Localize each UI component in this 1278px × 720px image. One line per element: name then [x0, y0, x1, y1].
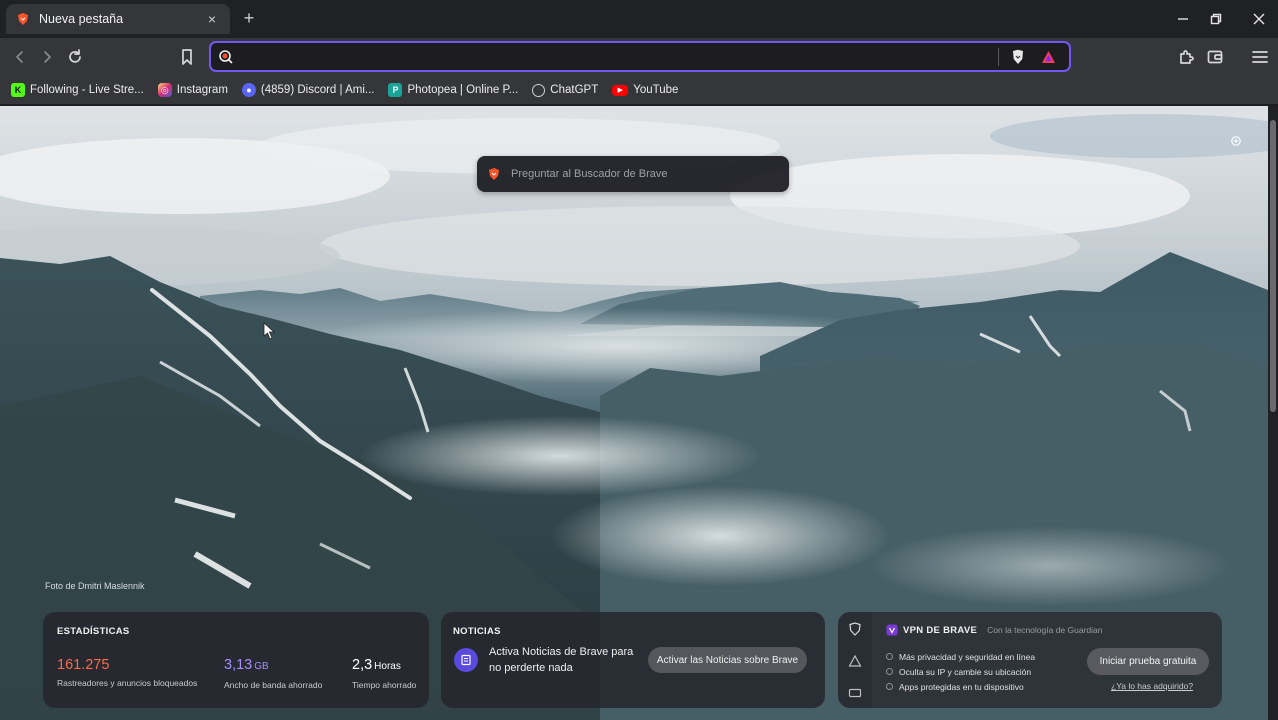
- bookmark-label: YouTube: [633, 84, 679, 96]
- reload-icon: [69, 49, 81, 63]
- bullet-icon: [886, 653, 893, 660]
- stat-trackers: 161.275 Rastreadores y anuncios bloquead…: [57, 656, 197, 688]
- stat-time: 2,3 Horas Tiempo ahorrado: [352, 656, 416, 690]
- tab-new-tab[interactable]: Nueva pestaña ×: [6, 4, 230, 34]
- tab-bar: Nueva pestaña × +: [0, 0, 1278, 38]
- scrollbar-thumb[interactable]: [1270, 120, 1276, 412]
- vpn-feature-text: Oculta su IP y cambie su ubicación: [899, 666, 1032, 677]
- vpn-feature: Oculta su IP y cambie su ubicación: [886, 664, 1035, 679]
- youtube-icon: ▶: [612, 84, 629, 96]
- restore-icon: [1210, 13, 1222, 25]
- vpn-shield-icon[interactable]: [848, 622, 862, 636]
- vpn-powered-by: Con la tecnología de Guardian: [987, 625, 1103, 635]
- already-purchased-link[interactable]: ¿Ya lo has adquirido?: [1111, 681, 1193, 691]
- address-bar-divider: [998, 47, 999, 66]
- kick-icon: K: [11, 83, 25, 97]
- news-description: Activa Noticias de Brave para no perdert…: [489, 646, 634, 674]
- card-icon[interactable]: [848, 686, 862, 700]
- trackers-value: 161.275: [57, 657, 110, 673]
- enable-news-button[interactable]: Activar las Noticias sobre Brave: [648, 647, 807, 673]
- bookmark-youtube[interactable]: ▶ YouTube: [612, 84, 678, 96]
- search-placeholder: Preguntar al Buscador de Brave: [511, 168, 668, 180]
- bookmark-label: Instagram: [176, 84, 228, 96]
- bookmark-kick[interactable]: K Following - Live Stre...: [11, 83, 144, 97]
- instagram-icon: ◎: [157, 83, 172, 97]
- bookmark-button[interactable]: [176, 46, 198, 68]
- bandwidth-value: 3,13: [224, 657, 253, 673]
- customize-gear-icon[interactable]: [1229, 134, 1243, 148]
- close-icon: [1253, 13, 1265, 25]
- vpn-feature-text: Apps protegidas en tu dispositivo: [899, 681, 1024, 692]
- bookmark-icon: [182, 49, 192, 65]
- bookmark-chatgpt[interactable]: ChatGPT: [532, 83, 599, 97]
- stat-bandwidth: 3,13 GB Ancho de banda ahorrado: [224, 656, 322, 690]
- extensions-button[interactable]: [1176, 46, 1198, 68]
- vpn-title: VPN DE BRAVE: [903, 624, 978, 636]
- minimize-button[interactable]: [1171, 8, 1195, 30]
- brave-shields-icon[interactable]: [1009, 48, 1027, 66]
- bookmarks-bar: K Following - Live Stre... ◎ Instagram ●…: [0, 76, 1278, 104]
- brave-lion-icon: [489, 168, 499, 180]
- puzzle-icon: [1180, 50, 1194, 64]
- vpn-feature: Más privacidad y seguridad en línea: [886, 649, 1035, 664]
- wallet-icon: [1207, 50, 1223, 64]
- bookmark-discord[interactable]: ● (4859) Discord | Ami...: [241, 83, 375, 97]
- arrow-left-icon: [16, 51, 23, 63]
- rewards-triangle-icon[interactable]: [848, 654, 862, 668]
- new-tab-button[interactable]: +: [239, 8, 259, 28]
- news-widget: NOTICIAS Activa Noticias de Brave para n…: [441, 612, 825, 708]
- photopea-icon: P: [388, 83, 403, 97]
- tab-title: Nueva pestaña: [39, 12, 124, 26]
- toolbar: [0, 38, 1278, 76]
- news-title: NOTICIAS: [453, 626, 501, 637]
- search-engine-icon[interactable]: [217, 48, 234, 65]
- hamburger-icon: [1252, 51, 1268, 63]
- back-button[interactable]: [9, 46, 31, 68]
- address-bar[interactable]: [209, 41, 1071, 72]
- bookmark-photopea[interactable]: P Photopea | Online P...: [388, 83, 518, 97]
- brave-lion-icon: [16, 12, 30, 26]
- widget-switcher: [838, 612, 872, 708]
- bullet-icon: [886, 683, 893, 690]
- bookmark-label: Photopea | Online P...: [407, 84, 519, 96]
- bookmark-label: Following - Live Stre...: [30, 84, 144, 96]
- bandwidth-unit: GB: [254, 661, 269, 672]
- time-unit: Horas: [374, 661, 401, 672]
- vpn-feature: Apps protegidas en tu dispositivo: [886, 679, 1035, 694]
- mouse-cursor-icon: [263, 322, 275, 340]
- bandwidth-label: Ancho de banda ahorrado: [224, 680, 323, 690]
- brave-search-box[interactable]: Preguntar al Buscador de Brave: [477, 156, 789, 192]
- tab-close-button[interactable]: ×: [204, 11, 220, 27]
- bookmark-label: ChatGPT: [550, 84, 599, 96]
- wallet-button[interactable]: [1204, 46, 1226, 68]
- time-value: 2,3: [352, 657, 373, 673]
- vpn-feature-list: Más privacidad y seguridad en línea Ocul…: [886, 649, 1035, 694]
- stats-title: ESTADÍSTICAS: [57, 626, 130, 637]
- time-label: Tiempo ahorrado: [352, 680, 417, 690]
- address-input[interactable]: [234, 49, 998, 64]
- chatgpt-icon: [532, 83, 546, 97]
- start-trial-button[interactable]: Iniciar prueba gratuita: [1087, 648, 1209, 675]
- bullet-icon: [886, 668, 893, 675]
- discord-icon: ●: [241, 83, 256, 97]
- bookmark-instagram[interactable]: ◎ Instagram: [157, 83, 228, 97]
- trackers-label: Rastreadores y anuncios bloqueados: [57, 678, 198, 688]
- page-scrollbar[interactable]: [1268, 106, 1278, 720]
- close-window-button[interactable]: [1247, 8, 1271, 30]
- vpn-feature-text: Más privacidad y seguridad en línea: [899, 651, 1036, 662]
- photo-credit[interactable]: Foto de Dmitri Maslennik: [45, 581, 145, 591]
- vpn-widget: VPN DE BRAVE Con la tecnología de Guardi…: [872, 612, 1222, 708]
- brave-rewards-icon[interactable]: [1039, 48, 1057, 66]
- bookmark-label: (4859) Discord | Ami...: [260, 84, 375, 96]
- arrow-right-icon: [44, 51, 51, 63]
- stats-widget: ESTADÍSTICAS 161.275 Rastreadores y anun…: [43, 612, 429, 708]
- brave-news-icon: [454, 648, 478, 672]
- vpn-logo-icon: [886, 624, 898, 636]
- main-menu-button[interactable]: [1249, 46, 1271, 68]
- reload-button[interactable]: [64, 46, 86, 68]
- minimize-icon: [1178, 18, 1188, 20]
- maximize-button[interactable]: [1204, 8, 1228, 30]
- forward-button[interactable]: [36, 46, 58, 68]
- new-tab-page: Preguntar al Buscador de Brave Foto de D…: [0, 106, 1268, 720]
